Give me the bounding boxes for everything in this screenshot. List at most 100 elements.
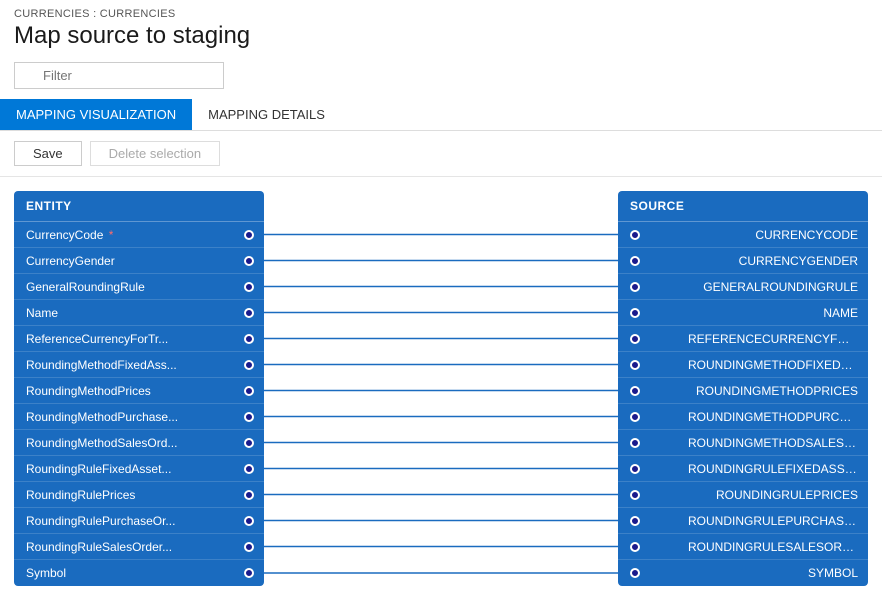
entity-row-label: RoundingRulePurchaseOr... — [26, 514, 175, 528]
entity-row: RoundingRulePrices — [14, 482, 264, 508]
entity-dot — [244, 412, 254, 422]
source-dot — [630, 360, 640, 370]
connector-svg — [264, 191, 618, 586]
save-button[interactable]: Save — [14, 141, 82, 166]
source-row-label: ROUNDINGMETHODFIXEDASS... — [688, 358, 858, 372]
entity-dot — [244, 386, 254, 396]
source-row: REFERENCECURRENCYFORTR... — [618, 326, 868, 352]
entity-row: RoundingMethodFixedAss... — [14, 352, 264, 378]
entity-dot — [244, 438, 254, 448]
entity-dot — [244, 360, 254, 370]
breadcrumb: CURRENCIES : CURRENCIES — [14, 8, 868, 20]
source-row-label: ROUNDINGMETHODSALESORD... — [688, 436, 858, 450]
source-row-label: ROUNDINGMETHODPRICES — [696, 384, 858, 398]
entity-panel-header: ENTITY — [14, 191, 264, 222]
entity-row: GeneralRoundingRule — [14, 274, 264, 300]
source-row: ROUNDINGMETHODPURCHASE... — [618, 404, 868, 430]
entity-dot — [244, 516, 254, 526]
source-dot — [630, 308, 640, 318]
source-panel: SOURCE CURRENCYCODE CURRENCYGENDER GENERAL… — [618, 191, 868, 586]
tab-mapping-visualization[interactable]: MAPPING VISUALIZATION — [0, 99, 192, 130]
page-title: Map source to staging — [14, 22, 868, 50]
entity-dot — [244, 308, 254, 318]
entity-row-label: Symbol — [26, 566, 66, 580]
source-dot — [630, 386, 640, 396]
source-row: ROUNDINGRULEPURCHASEOR... — [618, 508, 868, 534]
source-dot — [630, 516, 640, 526]
source-row: CURRENCYGENDER — [618, 248, 868, 274]
entity-row: RoundingMethodPurchase... — [14, 404, 264, 430]
source-rows: CURRENCYCODE CURRENCYGENDER GENERALROUNDIN… — [618, 222, 868, 586]
entity-row-label: RoundingMethodSalesOrd... — [26, 436, 177, 450]
source-dot — [630, 230, 640, 240]
source-row-label: ROUNDINGRULEFIXEDASSET... — [688, 462, 858, 476]
source-row: ROUNDINGRULEPRICES — [618, 482, 868, 508]
entity-row-label: RoundingRulePrices — [26, 488, 135, 502]
entity-row-label: CurrencyGender — [26, 254, 115, 268]
source-row: ROUNDINGMETHODSALESORD... — [618, 430, 868, 456]
source-panel-header: SOURCE — [618, 191, 868, 222]
mapping-area: ENTITY CurrencyCode * CurrencyGender Gener… — [0, 177, 882, 600]
source-dot — [630, 256, 640, 266]
entity-row-label: GeneralRoundingRule — [26, 280, 145, 294]
source-dot — [630, 438, 640, 448]
source-row: GENERALROUNDINGRULE — [618, 274, 868, 300]
entity-row: ReferenceCurrencyForTr... — [14, 326, 264, 352]
source-row-label: CURRENCYCODE — [755, 228, 858, 242]
source-row-label: ROUNDINGRULEPURCHASEOR... — [688, 514, 858, 528]
entity-row-label: Name — [26, 306, 58, 320]
source-row: ROUNDINGMETHODFIXEDASS... — [618, 352, 868, 378]
source-row: ROUNDINGRULEFIXEDASSET... — [618, 456, 868, 482]
connector-area — [264, 191, 618, 586]
source-dot — [630, 568, 640, 578]
filter-container: 🔍 — [14, 62, 224, 89]
entity-row: RoundingRuleSalesOrder... — [14, 534, 264, 560]
source-row: NAME — [618, 300, 868, 326]
tab-mapping-details[interactable]: MAPPING DETAILS — [192, 99, 341, 130]
entity-row: RoundingRulePurchaseOr... — [14, 508, 264, 534]
source-row-label: ROUNDINGRULESALESORDER... — [688, 540, 858, 554]
entity-row-label: RoundingRuleFixedAsset... — [26, 462, 171, 476]
source-row: SYMBOL — [618, 560, 868, 586]
delete-selection-button[interactable]: Delete selection — [90, 141, 221, 166]
source-row-label: SYMBOL — [808, 566, 858, 580]
entity-row-label: RoundingRuleSalesOrder... — [26, 540, 172, 554]
entity-row: RoundingMethodSalesOrd... — [14, 430, 264, 456]
entity-row-label: ReferenceCurrencyForTr... — [26, 332, 168, 346]
entity-row: Name — [14, 300, 264, 326]
entity-dot — [244, 282, 254, 292]
entity-row-label: RoundingMethodPurchase... — [26, 410, 178, 424]
toolbar: Save Delete selection — [0, 131, 882, 177]
source-row-label: ROUNDINGRULEPRICES — [716, 488, 858, 502]
entity-row: CurrencyGender — [14, 248, 264, 274]
entity-row-label: CurrencyCode * — [26, 228, 113, 242]
entity-dot — [244, 256, 254, 266]
entity-dot — [244, 568, 254, 578]
entity-dot — [244, 490, 254, 500]
entity-row: RoundingRuleFixedAsset... — [14, 456, 264, 482]
entity-row-label: RoundingMethodFixedAss... — [26, 358, 177, 372]
source-dot — [630, 464, 640, 474]
filter-input[interactable] — [14, 62, 224, 89]
source-dot — [630, 412, 640, 422]
source-row: ROUNDINGRULESALESORDER... — [618, 534, 868, 560]
source-row-label: REFERENCECURRENCYFORTR... — [688, 332, 858, 346]
source-dot — [630, 282, 640, 292]
required-indicator: * — [105, 228, 113, 242]
source-row-label: CURRENCYGENDER — [739, 254, 858, 268]
source-dot — [630, 490, 640, 500]
source-row: CURRENCYCODE — [618, 222, 868, 248]
entity-panel: ENTITY CurrencyCode * CurrencyGender Gener… — [14, 191, 264, 586]
source-dot — [630, 542, 640, 552]
entity-row-label: RoundingMethodPrices — [26, 384, 151, 398]
entity-dot — [244, 464, 254, 474]
source-row: ROUNDINGMETHODPRICES — [618, 378, 868, 404]
entity-dot — [244, 542, 254, 552]
entity-rows: CurrencyCode * CurrencyGender GeneralRound… — [14, 222, 264, 586]
tabs-bar: MAPPING VISUALIZATION MAPPING DETAILS — [0, 99, 882, 131]
entity-dot — [244, 230, 254, 240]
entity-row: RoundingMethodPrices — [14, 378, 264, 404]
source-row-label: GENERALROUNDINGRULE — [703, 280, 858, 294]
source-row-label: ROUNDINGMETHODPURCHASE... — [688, 410, 858, 424]
entity-dot — [244, 334, 254, 344]
